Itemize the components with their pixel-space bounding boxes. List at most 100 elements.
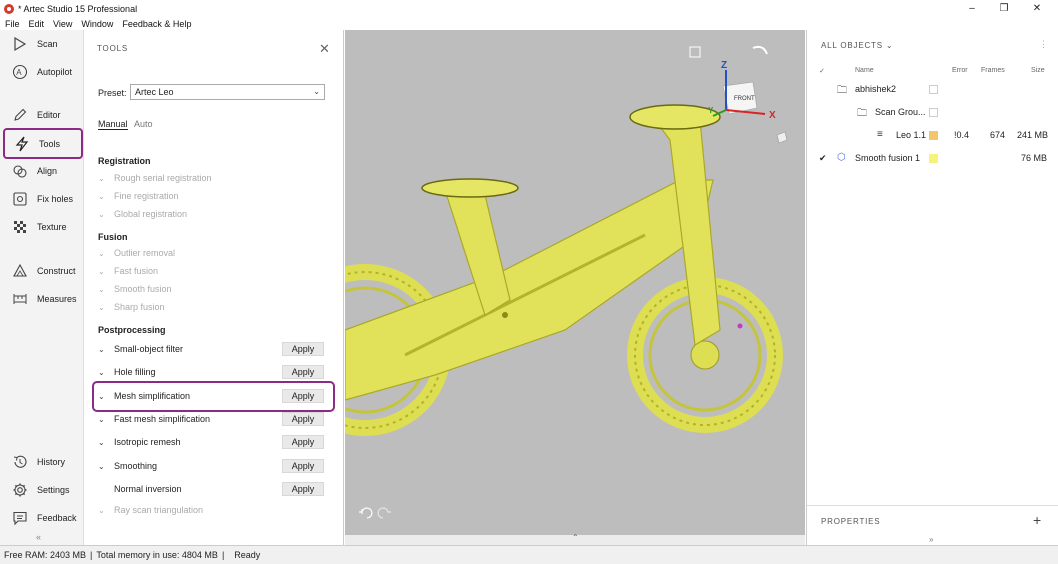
nav-align[interactable]: Align — [3, 157, 83, 185]
collapse-nav-button[interactable]: « — [36, 532, 41, 542]
object-name: Leo 1.1 — [896, 130, 927, 140]
apply-smoothing-button[interactable]: Apply — [282, 459, 324, 473]
fit-view-icon[interactable] — [689, 46, 701, 58]
chevron-down-icon: ⌄ — [885, 41, 894, 50]
nav-tools[interactable]: Tools — [3, 128, 83, 159]
column-error: Error — [952, 67, 968, 74]
color-swatch-orange[interactable] — [929, 131, 938, 140]
nav-texture-label: Texture — [37, 222, 67, 232]
object-frames: 674 — [990, 130, 1006, 140]
nav-measures-label: Measures — [37, 294, 77, 304]
nav-measures[interactable]: Measures — [3, 285, 83, 313]
nav-settings[interactable]: Settings — [3, 476, 83, 504]
construct-icon — [11, 262, 29, 280]
color-swatch-empty[interactable] — [929, 108, 938, 117]
menu-view[interactable]: View — [53, 19, 72, 29]
chevron-down-icon: ⌄ — [98, 173, 105, 183]
nav-scan-label: Scan — [37, 39, 58, 49]
chevron-down-icon: ⌄ — [98, 248, 105, 258]
chevron-down-icon[interactable]: ⌄ — [98, 462, 114, 471]
chevron-down-icon: ⌄ — [98, 266, 105, 276]
object-row-abhishek2[interactable]: 🗀 abhishek2 — [807, 82, 1058, 98]
mesh-cube-icon: ⬡ — [837, 152, 846, 163]
nav-fix-holes[interactable]: Fix holes — [3, 185, 83, 213]
color-swatch-yellow[interactable] — [929, 154, 938, 163]
minimize-button[interactable]: – — [955, 0, 989, 17]
nav-editor[interactable]: Editor — [3, 101, 83, 129]
maximize-button[interactable]: ❐ — [987, 0, 1021, 17]
rotate-view-icon[interactable] — [752, 45, 768, 55]
menu-edit[interactable]: Edit — [29, 19, 45, 29]
menu-file[interactable]: File — [5, 19, 20, 29]
nav-autopilot[interactable]: A Autopilot — [3, 58, 83, 86]
column-name: Name — [855, 67, 874, 74]
status-bar: Free RAM: 2403 MB | Total memory in use:… — [0, 545, 1058, 564]
nav-feedback[interactable]: Feedback — [3, 504, 83, 532]
folder-icon: 🗀 — [857, 108, 867, 119]
chevron-down-icon[interactable]: ⌄ — [98, 345, 114, 354]
chevron-down-icon[interactable]: ⌄ — [98, 415, 114, 424]
add-icon[interactable]: + — [1033, 512, 1041, 528]
chevron-down-icon: ⌄ — [98, 505, 105, 515]
object-row-scan-group[interactable]: 🗀 Scan Grou... — [807, 105, 1058, 121]
undo-icon[interactable] — [359, 507, 373, 519]
gizmo-front-label: FRONT — [734, 96, 755, 102]
close-window-button[interactable]: ✕ — [1020, 0, 1054, 17]
play-icon — [11, 35, 29, 53]
section-postprocessing: Postprocessing — [98, 325, 166, 335]
3d-viewport[interactable]: Z X Y FRONT — [345, 30, 805, 535]
nav-fix-holes-label: Fix holes — [37, 194, 74, 204]
chevron-down-icon: ⌄ — [98, 302, 105, 312]
preset-label: Preset: — [98, 88, 127, 98]
tab-manual[interactable]: Manual — [98, 119, 128, 130]
object-row-smooth-fusion[interactable]: ✔ ⬡ Smooth fusion 1 76 MB — [807, 151, 1058, 167]
apply-fast-mesh-simplification-button[interactable]: Apply — [282, 412, 324, 426]
highlight-outline — [92, 381, 335, 412]
history-icon — [11, 453, 29, 471]
apply-small-object-filter-button[interactable]: Apply — [282, 342, 324, 356]
nav-history[interactable]: History — [3, 448, 83, 476]
object-row-leo[interactable]: ≡ Leo 1.1 !0.4 674 241 MB — [807, 128, 1058, 144]
object-error: !0.4 — [954, 130, 970, 140]
menu-feedback-help[interactable]: Feedback & Help — [122, 19, 191, 29]
nav-history-label: History — [37, 457, 66, 467]
apply-normal-inversion-button[interactable]: Apply — [282, 482, 324, 496]
status-separator: | — [90, 550, 93, 560]
texture-icon — [11, 218, 29, 236]
apply-hole-filling-button[interactable]: Apply — [282, 365, 324, 379]
autopilot-icon: A — [11, 63, 29, 81]
apply-isotropic-remesh-button[interactable]: Apply — [282, 435, 324, 449]
left-navigation: Scan A Autopilot Editor Tools Align Fix … — [0, 30, 84, 545]
view-cube-small-icon[interactable] — [776, 131, 788, 144]
close-icon[interactable]: ✕ — [319, 41, 330, 57]
tool-sharp-fusion: ⌄ Sharp fusion — [98, 299, 328, 315]
tool-fast-fusion: ⌄ Fast fusion — [98, 263, 328, 279]
chevron-down-icon: ⌄ — [313, 87, 320, 96]
nav-scan[interactable]: Scan — [3, 30, 83, 58]
nav-construct-label: Construct — [37, 266, 76, 276]
orientation-gizmo[interactable]: Z X Y FRONT — [708, 60, 776, 121]
preset-value: Artec Leo — [135, 87, 174, 97]
more-options-icon[interactable]: ⋮ — [1039, 39, 1048, 50]
tool-name: Sharp fusion — [114, 302, 165, 312]
measures-icon — [11, 290, 29, 308]
menu-window[interactable]: Window — [81, 19, 113, 29]
free-ram-status: Free RAM: 2403 MB — [4, 550, 87, 560]
redo-icon[interactable] — [377, 507, 391, 519]
chevron-down-icon[interactable]: ⌄ — [98, 438, 114, 447]
nav-texture[interactable]: Texture — [3, 213, 83, 241]
visibility-check-icon[interactable]: ✔ — [819, 153, 827, 164]
tool-name: Fine registration — [114, 191, 179, 201]
chevron-down-icon[interactable]: ⌄ — [98, 368, 114, 377]
expand-panel-icon[interactable]: » — [929, 535, 933, 544]
properties-bar[interactable]: PROPERTIES + — [807, 505, 1058, 535]
nav-construct[interactable]: Construct — [3, 257, 83, 285]
color-swatch-empty[interactable] — [929, 85, 938, 94]
preset-dropdown[interactable]: Artec Leo ⌄ — [130, 84, 325, 100]
gizmo-z-label: Z — [721, 60, 727, 71]
title-bar: * Artec Studio 15 Professional – ❐ ✕ — [0, 0, 1058, 17]
tool-rough-serial-registration: ⌄ Rough serial registration — [98, 170, 328, 186]
all-objects-title[interactable]: ALL OBJECTS ⌄ — [821, 41, 893, 50]
tab-auto[interactable]: Auto — [134, 119, 153, 129]
expand-up-icon[interactable]: ⌃ — [572, 533, 579, 542]
